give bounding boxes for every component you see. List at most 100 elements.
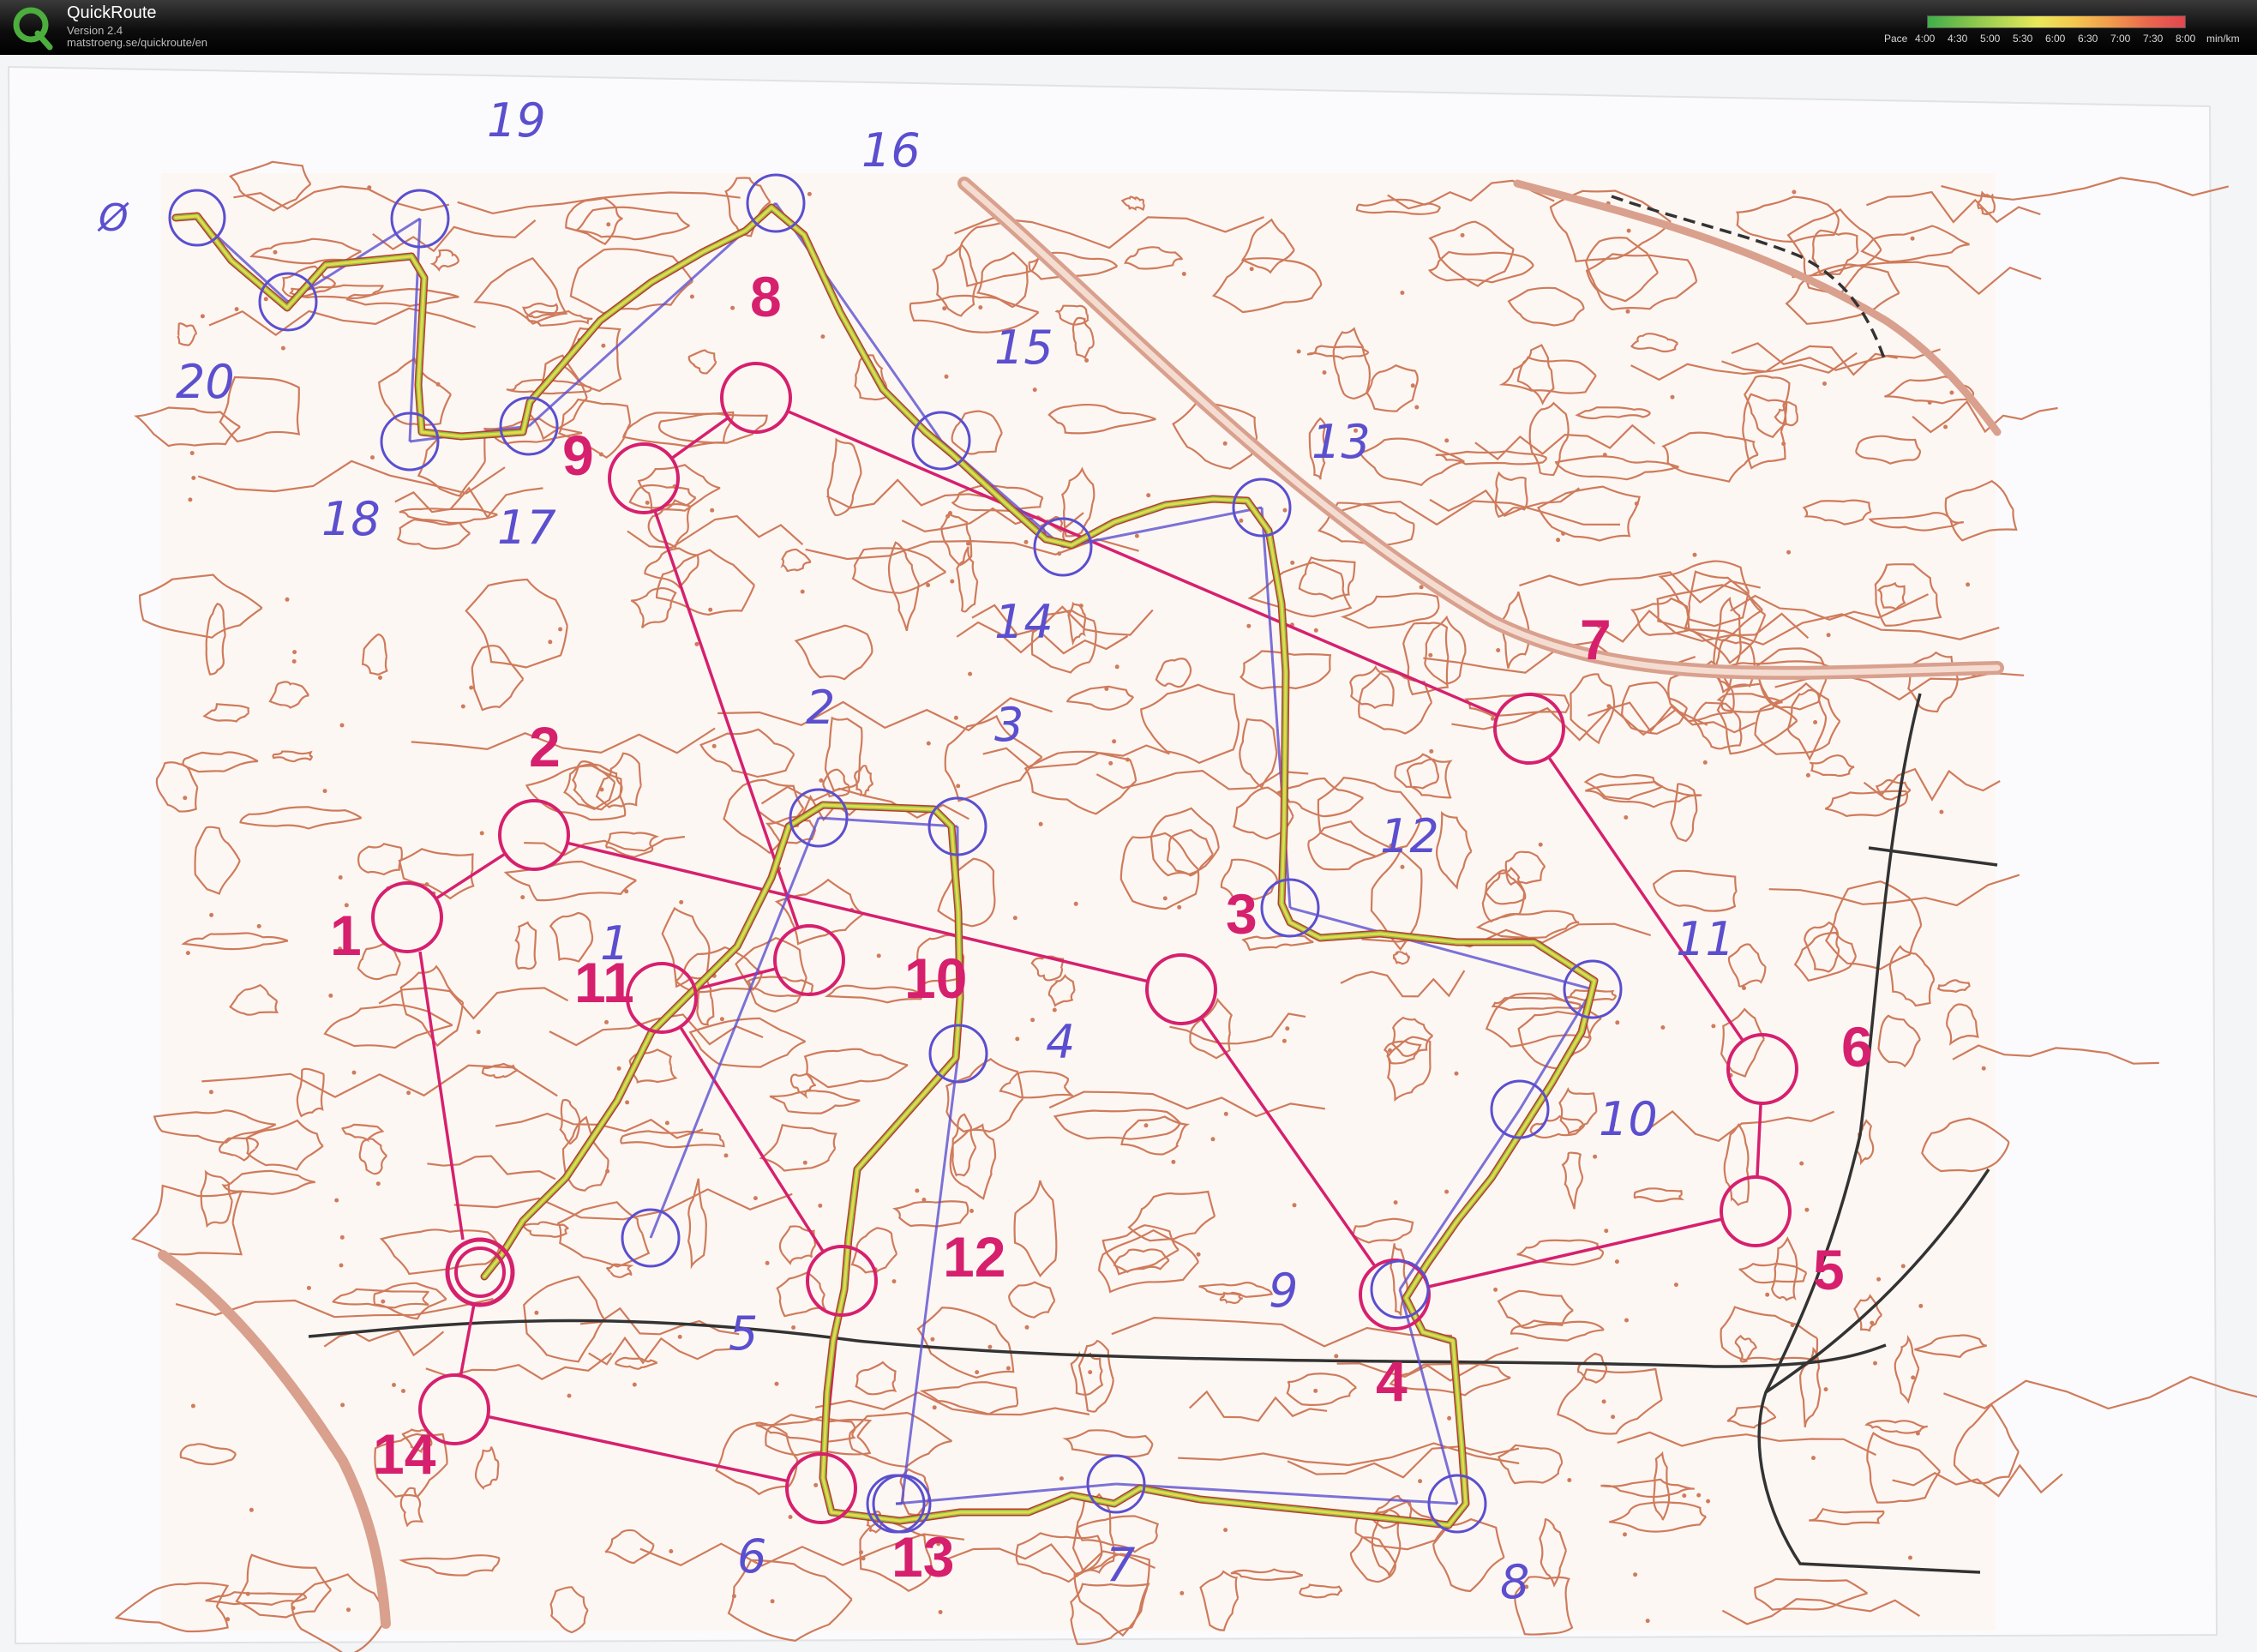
terrain-dot [711, 743, 717, 748]
terrain-dot [367, 185, 372, 190]
terrain-dot [1682, 1493, 1687, 1499]
pace-tick: 4:00 [1915, 33, 1936, 45]
terrain-dot [381, 1299, 386, 1304]
terrain-dot [818, 1203, 823, 1208]
map-view[interactable]: 1 2 3 4 5 6 7 8 9 10 11 12 13 14 Ø 1 2 3 4 5 6 7 8 9 10 11 12 13 14… [0, 55, 2257, 1652]
terrain-dot [249, 1507, 254, 1512]
terrain-dot [1804, 1207, 1810, 1212]
orienteering-map[interactable]: 1234567891011121314 Ø12 3456 7 891011121314… [0, 55, 2257, 1652]
terrain-dot [1614, 1259, 1619, 1265]
terrain-dot [334, 1198, 339, 1203]
pace-legend: Pace 4:00 4:30 5:00 5:30 6:00 6:30 7:00 … [1884, 15, 2249, 50]
terrain-dot [598, 452, 603, 457]
terrain-dot [1313, 628, 1318, 633]
terrain-dot [225, 1617, 231, 1622]
terrain-dot [469, 685, 474, 690]
terrain-dot [1623, 1532, 1627, 1537]
terrain-dot [1538, 842, 1543, 847]
terrain-dot [188, 497, 193, 502]
terrain-dot [1428, 652, 1433, 658]
terrain-dot [273, 249, 278, 255]
terrain-dot [424, 882, 429, 887]
terrain-dot [1790, 1323, 1795, 1328]
terrain-dot [969, 1209, 974, 1213]
terrain-dot [1626, 228, 1631, 233]
terrain-dot [1012, 916, 1017, 921]
terrain-dot [1285, 1026, 1290, 1031]
terrain-dot [183, 796, 188, 801]
terrain-dot [1024, 1325, 1029, 1330]
terrain-dot [669, 1549, 674, 1553]
terrain-dot [753, 1196, 758, 1201]
terrain-dot [942, 306, 947, 311]
terrain-dot [1805, 772, 1810, 778]
terrain-dot [1038, 821, 1043, 826]
terrain-dot [1322, 370, 1327, 375]
pace-legend-label: Pace [1884, 33, 1908, 45]
terrain-dot [1334, 1354, 1339, 1359]
terrain-dot [185, 951, 190, 956]
terrain-dot [435, 381, 441, 387]
terrain-dot [1032, 387, 1037, 393]
terrain-dot [1910, 236, 1915, 241]
terrain-dot [731, 1594, 736, 1599]
terrain-dot [291, 1606, 296, 1611]
terrain-dot [1444, 1189, 1450, 1194]
app-name: QuickRoute [67, 3, 157, 22]
terrain-dot [1388, 1048, 1392, 1053]
handdrawn-number: 4 [1046, 1015, 1075, 1069]
terrain-dot [802, 1160, 807, 1165]
terrain-dot [1943, 424, 1948, 430]
terrain-dot [1601, 1399, 1606, 1404]
terrain-dot [819, 778, 824, 783]
terrain-dot [1088, 1370, 1093, 1375]
terrain-dot [520, 895, 525, 900]
terrain-dot [932, 1405, 937, 1410]
control-number: 8 [750, 265, 782, 328]
pace-tick: 5:30 [2013, 33, 2033, 45]
terrain-dot [1015, 1036, 1020, 1042]
start-mark-label: Ø [97, 196, 129, 240]
handdrawn-number: 17 [497, 501, 556, 555]
terrain-dot [1023, 539, 1029, 544]
handdrawn-number: 15 [994, 321, 1053, 375]
terrain-dot [1222, 441, 1228, 446]
terrain-dot [813, 1482, 819, 1487]
terrain-dot [1419, 585, 1424, 590]
handdrawn-number: 3 [994, 698, 1023, 752]
handdrawn-number: 6 [737, 1529, 766, 1583]
handdrawn-number: 20 [176, 355, 235, 409]
terrain-dot [338, 875, 343, 880]
terrain-dot [328, 993, 333, 998]
pace-tick: 7:30 [2143, 33, 2164, 45]
terrain-dot [1692, 552, 1697, 557]
handdrawn-number: 18 [321, 492, 381, 546]
terrain-dot [1900, 1264, 1906, 1269]
terrain-dot [263, 297, 268, 302]
terrain-dot [1429, 748, 1434, 754]
terrain-dot [351, 1070, 357, 1075]
terrain-dot [719, 1017, 724, 1022]
terrain-dot [1949, 390, 1954, 395]
terrain-dot [1786, 550, 1792, 555]
terrain-dot [765, 1260, 770, 1265]
terrain-dot [730, 305, 735, 310]
terrain-dot [339, 723, 345, 728]
control-number: 5 [1813, 1238, 1845, 1301]
terrain-dot [915, 1188, 920, 1193]
terrain-dot [1073, 901, 1078, 906]
terrain-dot [245, 1591, 250, 1596]
terrain-dot [378, 676, 382, 680]
control-number: 14 [373, 1422, 436, 1486]
terrain-dot [1966, 582, 1971, 587]
terrain-dot [234, 307, 239, 312]
terrain-dot [1567, 1478, 1572, 1482]
terrain-dot [1696, 1493, 1702, 1498]
terrain-dot [370, 455, 375, 460]
terrain-dot [1556, 538, 1561, 543]
terrain-dot [604, 1019, 609, 1024]
terrain-dot [1876, 1277, 1882, 1282]
terrain-dot [292, 650, 297, 655]
terrain-dot [1625, 309, 1630, 314]
terrain-dot [921, 1198, 927, 1202]
